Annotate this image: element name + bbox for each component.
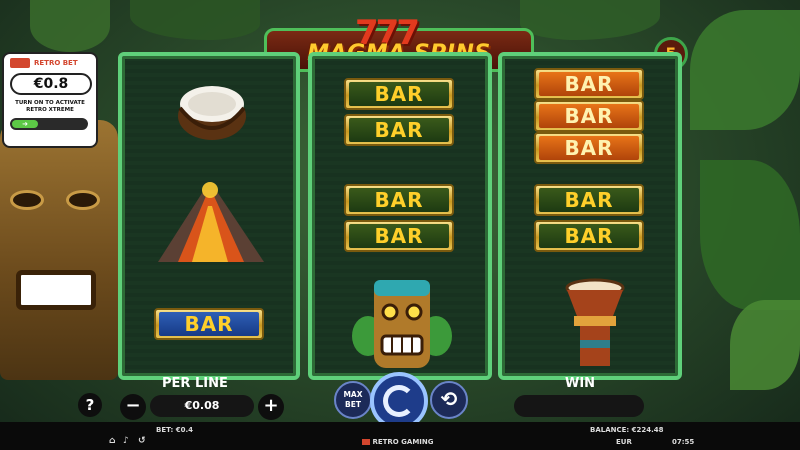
- retro-bet-amount: €0.8: [10, 73, 92, 95]
- tiki-mask-icon: [352, 280, 452, 368]
- tiki-statue-background: [0, 120, 118, 380]
- retro-xtreme-note: TURN ON TO ACTIVATE RETRO XTREME: [15, 100, 85, 113]
- spin-icon: [383, 385, 415, 417]
- bar-symbol: BAR: [344, 220, 454, 252]
- retro-xtreme-toggle[interactable]: ➜: [10, 118, 88, 130]
- volcano-icon: [158, 182, 264, 262]
- sound-icon[interactable]: ♪: [123, 436, 129, 446]
- arrow-right-icon: ➜: [12, 120, 38, 128]
- retro-gaming-logo: RETRO GAMING: [362, 438, 434, 446]
- autoplay-icon: ⟲: [440, 387, 458, 411]
- bar-symbol: BAR: [344, 114, 454, 146]
- reel-3: BAR BAR BAR BAR BAR: [498, 52, 682, 380]
- currency-label: EUR: [616, 438, 632, 446]
- max-bet-button[interactable]: MAX BET: [334, 381, 372, 419]
- bar-symbol: BAR: [344, 78, 454, 110]
- retro-bet-panel: RETRO BET €0.8 TURN ON TO ACTIVATE RETRO…: [2, 52, 98, 148]
- increase-bet-button[interactable]: +: [258, 394, 284, 420]
- retro-bet-logo: RETRO BET: [10, 58, 90, 68]
- balance-amount: BALANCE: €224.48: [590, 426, 664, 434]
- history-icon[interactable]: ↺: [138, 436, 146, 446]
- drum-icon: [565, 278, 625, 366]
- bar-symbol: BAR: [534, 220, 644, 252]
- bar-symbol: BAR: [154, 308, 264, 340]
- footer-bar: BET: €0.4 BALANCE: €224.48 ⌂ ♪ ↺ RETRO G…: [0, 422, 800, 450]
- bar-symbol: BAR: [534, 184, 644, 216]
- per-line-value: €0.08: [150, 395, 254, 417]
- win-label: WIN: [565, 376, 596, 391]
- bar-symbol: BAR: [534, 68, 644, 100]
- reel-2: BAR BAR BAR BAR: [308, 52, 492, 380]
- bet-amount: BET: €0.4: [156, 426, 194, 434]
- per-line-label: PER LINE: [162, 376, 228, 391]
- home-icon[interactable]: ⌂: [109, 436, 115, 446]
- bar-symbol: BAR: [534, 100, 644, 132]
- win-value: [514, 395, 644, 417]
- reel-1: BAR: [118, 52, 300, 380]
- help-button[interactable]: ?: [78, 393, 102, 417]
- coconut-icon: [178, 86, 246, 140]
- autoplay-button[interactable]: ⟲: [430, 381, 468, 419]
- bar-symbol: BAR: [534, 132, 644, 164]
- decrease-bet-button[interactable]: −: [120, 394, 146, 420]
- bar-symbol: BAR: [344, 184, 454, 216]
- clock: 07:55: [672, 438, 695, 446]
